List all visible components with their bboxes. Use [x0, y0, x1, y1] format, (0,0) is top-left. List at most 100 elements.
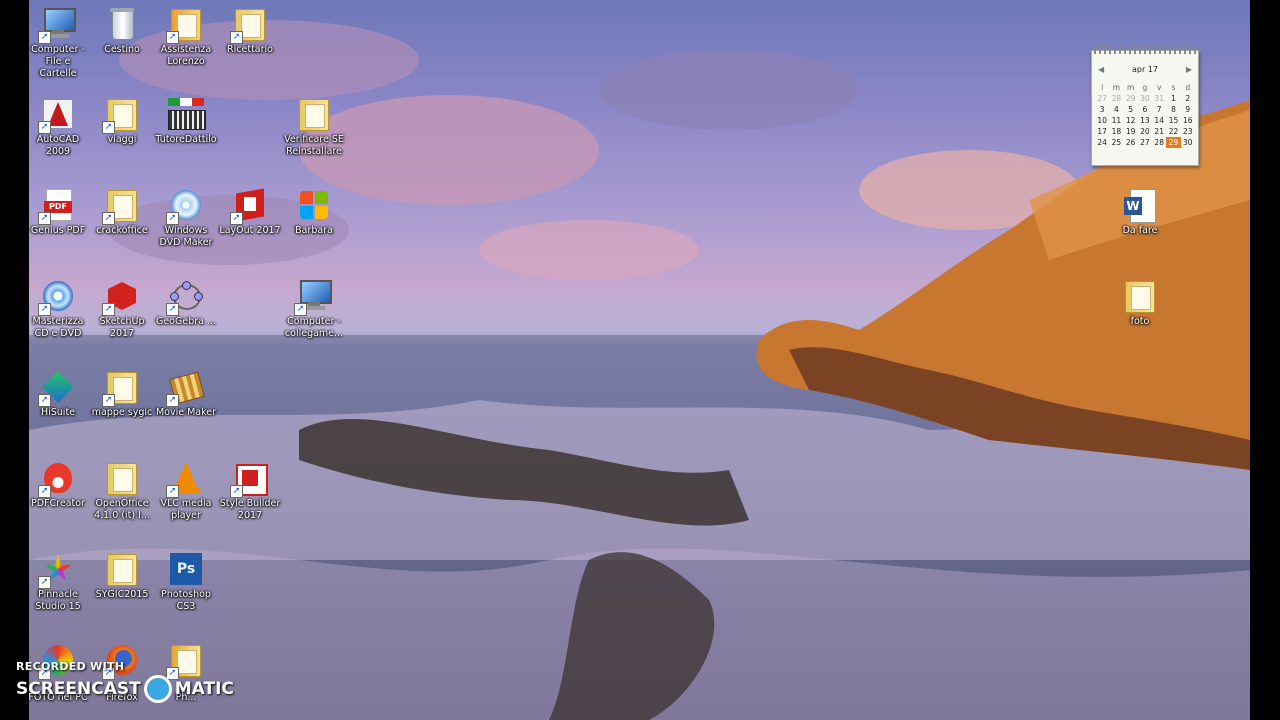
calendar-day[interactable]: 30 — [1181, 137, 1195, 148]
calendar-day[interactable]: 20 — [1138, 126, 1152, 137]
calendar-month-label: apr 17 — [1132, 65, 1158, 74]
calendar-binding-rings — [1094, 46, 1196, 54]
calendar-day[interactable]: 9 — [1181, 104, 1195, 115]
layout-icon: ➚ — [230, 187, 268, 225]
calendar-week-row: 17 18 19 20 21 22 23 — [1095, 126, 1195, 137]
calendar-week-row: 24 25 26 27 28 29 30 — [1095, 137, 1195, 148]
desktop-icon-viaggi[interactable]: ➚ viaggi — [90, 90, 154, 178]
autocad-icon: ➚ — [38, 96, 76, 134]
calendar-day[interactable]: 8 — [1166, 104, 1180, 115]
desktop-icon-crackoffice[interactable]: ➚ crackoffice — [90, 181, 154, 269]
desktop-icon-mappe-sygic[interactable]: ➚ mappe sygic — [90, 363, 154, 451]
desktop-icon-windows-dvd-maker[interactable]: ➚ Windows DVD Maker — [154, 181, 218, 269]
calendar-day[interactable]: 25 — [1109, 137, 1123, 148]
desktop-icon-ricettario[interactable]: ➚ Ricettario — [218, 0, 282, 88]
computer-icon: ➚ — [38, 6, 76, 44]
calendar-day[interactable]: 12 — [1124, 115, 1138, 126]
calendar-day[interactable]: 5 — [1124, 104, 1138, 115]
folder-icon: ➚ — [166, 6, 204, 44]
disc-icon: ➚ — [38, 278, 76, 316]
desktop-icon-autocad-2009[interactable]: ➚ AutoCAD 2009 — [29, 90, 90, 178]
calendar-day[interactable]: 29 — [1124, 93, 1138, 104]
pdf-icon: PDF ➚ — [38, 187, 76, 225]
calendar-day[interactable]: 30 — [1138, 93, 1152, 104]
desktop-icon-vlc-media-player[interactable]: ➚ VLC media player — [154, 454, 218, 542]
movie-maker-icon: ➚ — [166, 369, 205, 407]
calendar-day[interactable]: 6 — [1138, 104, 1152, 115]
desktop-icon-genius-pdf[interactable]: PDF ➚ Genius PDF — [29, 181, 90, 269]
desktop-icon-cestino[interactable]: Cestino — [90, 0, 154, 88]
calendar-day[interactable]: 23 — [1181, 126, 1195, 137]
calendar-day[interactable]: 17 — [1095, 126, 1109, 137]
desktop-wallpaper[interactable]: ➚ Computer - File e Cartelle ➚ AutoCAD 2… — [29, 0, 1250, 720]
desktop-icon-sketchup-2017[interactable]: ➚ SketchUp 2017 — [90, 272, 154, 360]
pinnacle-icon: ➚ — [38, 551, 76, 589]
calendar-day-today[interactable]: 29 — [1166, 137, 1181, 148]
calendar-day[interactable]: 1 — [1166, 93, 1180, 104]
calendar-day[interactable]: 24 — [1095, 137, 1109, 148]
calendar-day[interactable]: 26 — [1124, 137, 1138, 148]
calendar-day[interactable]: 11 — [1109, 115, 1123, 126]
calendar-day[interactable]: 14 — [1152, 115, 1166, 126]
desktop-icon-hisuite[interactable]: ➚ HiSuite — [29, 363, 90, 451]
calendar-day[interactable]: 16 — [1181, 115, 1195, 126]
desktop-icon-barbara[interactable]: Barbara — [282, 181, 346, 269]
folder-icon: ➚ — [102, 187, 140, 225]
calendar-day[interactable]: 7 — [1152, 104, 1166, 115]
calendar-weekday-header-row: l m m g v s d — [1095, 82, 1195, 93]
geogebra-icon: ➚ — [166, 278, 204, 316]
desktop-icon-assistenza-lorenzo[interactable]: ➚ Assistenza Lorenzo — [154, 0, 218, 88]
keyboard-icon — [168, 96, 206, 132]
desktop-icon-da-fare[interactable]: W Da fare — [1108, 181, 1172, 269]
desktop-icon-openoffice[interactable]: OpenOffice 4.1.0 (it) I... — [90, 454, 154, 542]
calendar-day[interactable]: 27 — [1138, 137, 1152, 148]
calendar-weekday: v — [1156, 83, 1162, 92]
calendar-day[interactable]: 2 — [1181, 93, 1195, 104]
desktop-icon-verificare-se-reinstallare[interactable]: Verificare SE Reinstallare — [282, 90, 346, 178]
hisuite-icon: ➚ — [38, 369, 76, 407]
pdfcreator-icon: ➚ — [38, 460, 76, 498]
computer-icon: ➚ — [294, 278, 332, 316]
windows-logo-icon — [296, 187, 332, 223]
desktop-icon-pinnacle-studio-15[interactable]: ➚ Pinnacle Studio 15 — [29, 545, 90, 633]
photoshop-icon: Ps — [168, 551, 204, 587]
calendar-week-row: 3 4 5 6 7 8 9 — [1095, 104, 1195, 115]
desktop-icon-tutoredattilo[interactable]: TutoreDattilo — [154, 90, 218, 178]
calendar-day[interactable]: 31 — [1152, 93, 1166, 104]
calendar-day[interactable]: 10 — [1095, 115, 1109, 126]
calendar-day[interactable]: 15 — [1166, 115, 1180, 126]
desktop-icon-computer-collegamento[interactable]: ➚ Computer - collegame... — [282, 272, 346, 360]
desktop-icon-masterizza-cd-e-dvd[interactable]: ➚ Masterizza CD e DVD — [29, 272, 90, 360]
recycle-bin-icon — [104, 6, 140, 42]
calendar-day[interactable]: 22 — [1166, 126, 1180, 137]
desktop-icon-foto[interactable]: foto — [1108, 272, 1172, 360]
style-builder-icon: ➚ — [230, 460, 268, 498]
calendar-weekday: m — [1127, 83, 1135, 92]
calendar-day[interactable]: 21 — [1152, 126, 1166, 137]
calendar-day[interactable]: 28 — [1152, 137, 1166, 148]
calendar-day[interactable]: 18 — [1109, 126, 1123, 137]
calendar-day[interactable]: 19 — [1124, 126, 1138, 137]
calendar-gadget[interactable]: ◀ apr 17 ▶ l m m g v s d 27 28 29 30 31 … — [1091, 46, 1199, 166]
watermark-recorded-with: RECORDED WITH — [16, 660, 125, 673]
watermark-brand-part2: MATIC — [174, 679, 234, 699]
calendar-weekday: s — [1171, 83, 1176, 92]
desktop-icon-layout-2017[interactable]: ➚ LayOut 2017 — [218, 181, 282, 269]
calendar-day[interactable]: 4 — [1109, 104, 1123, 115]
calendar-day[interactable]: 27 — [1095, 93, 1109, 104]
folder-icon — [104, 460, 140, 496]
calendar-day[interactable]: 13 — [1138, 115, 1152, 126]
calendar-day[interactable]: 28 — [1109, 93, 1123, 104]
calendar-next-month-button[interactable]: ▶ — [1186, 65, 1192, 74]
calendar-day[interactable]: 3 — [1095, 104, 1109, 115]
desktop-icon-geogebra[interactable]: ➚ GeoGebra ... — [154, 272, 218, 360]
desktop-icon-sygic2015[interactable]: SYGIC2015 — [90, 545, 154, 633]
calendar-weekday: g — [1142, 83, 1148, 92]
folder-icon — [296, 96, 332, 132]
dvd-maker-icon: ➚ — [166, 187, 204, 225]
desktop-icon-movie-maker[interactable]: ➚ Movie Maker — [154, 363, 218, 451]
desktop-icon-computer-file-e-cartelle[interactable]: ➚ Computer - File e Cartelle — [29, 0, 90, 88]
desktop-icon-style-builder-2017[interactable]: ➚ Style Builder 2017 — [218, 454, 282, 542]
desktop-icon-pdfcreator[interactable]: ➚ PDFCreator — [29, 454, 90, 542]
desktop-icon-photoshop-cs3[interactable]: Ps Photoshop CS3 — [154, 545, 218, 633]
